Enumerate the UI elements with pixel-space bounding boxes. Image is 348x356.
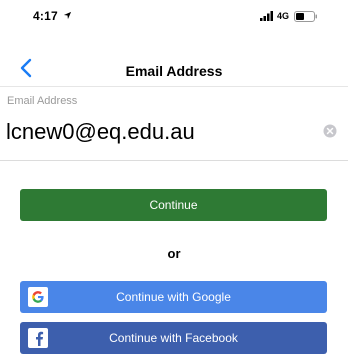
google-icon <box>28 287 48 307</box>
facebook-icon <box>28 328 48 348</box>
clear-button[interactable] <box>322 123 338 139</box>
continue-with-facebook-button[interactable]: Continue with Facebook <box>20 322 327 354</box>
network-type: 4G <box>276 11 289 21</box>
signal-icon <box>259 11 273 21</box>
continue-with-google-button[interactable]: Continue with Google <box>20 281 327 313</box>
status-indicators: 4G <box>259 10 318 22</box>
email-field[interactable] <box>6 114 316 150</box>
location-arrow-icon <box>64 12 72 20</box>
status-time-group: 4:17 <box>33 9 72 23</box>
status-bar: 4:17 4G <box>0 0 348 30</box>
or-divider-text: or <box>167 246 181 261</box>
facebook-label: Continue with Facebook <box>109 331 238 345</box>
email-field-label: Email Address <box>7 95 78 107</box>
navigation-bar: Email Address <box>0 46 348 86</box>
input-underline <box>0 160 348 161</box>
page-title: Email Address <box>125 63 223 79</box>
status-time: 4:17 <box>33 9 58 23</box>
continue-label: Continue <box>149 198 198 212</box>
google-label: Continue with Google <box>116 290 231 304</box>
nav-divider <box>0 86 348 87</box>
battery-icon <box>294 10 317 22</box>
continue-button[interactable]: Continue <box>20 189 327 221</box>
clear-icon <box>323 124 337 138</box>
